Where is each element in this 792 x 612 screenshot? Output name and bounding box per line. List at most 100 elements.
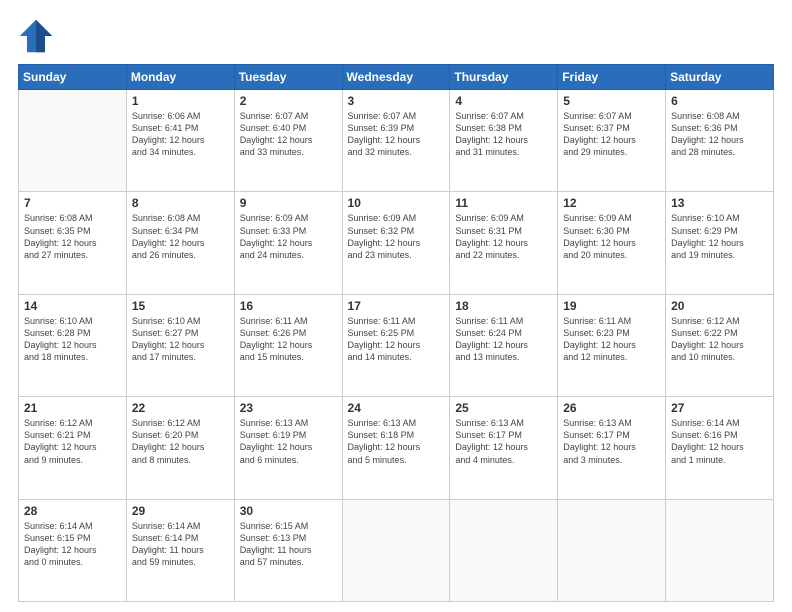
calendar-day-cell: 5 Sunrise: 6:07 AM Sunset: 6:37 PM Daylig… — [558, 90, 666, 192]
day-number: 12 — [563, 196, 660, 210]
calendar-day-cell: 7 Sunrise: 6:08 AM Sunset: 6:35 PM Daylig… — [19, 192, 127, 294]
day-info: Sunrise: 6:10 AM Sunset: 6:29 PM Dayligh… — [671, 212, 768, 261]
calendar-day-cell: 15Sunrise: 6:10 AM Sunset: 6:27 PM Dayli… — [126, 294, 234, 396]
calendar-day-cell: 11 Sunrise: 6:09 AM Sunset: 6:31 PM Dayli… — [450, 192, 558, 294]
day-number: 1 — [132, 94, 229, 108]
day-number: 21 — [24, 401, 121, 415]
day-info: Sunrise: 6:09 AM Sunset: 6:31 PM Dayligh… — [455, 212, 552, 261]
calendar-week-row-2: 7 Sunrise: 6:08 AM Sunset: 6:35 PM Daylig… — [19, 192, 774, 294]
day-number: 16 — [240, 299, 337, 313]
calendar-day-cell: 8 Sunrise: 6:08 AM Sunset: 6:34 PM Daylig… — [126, 192, 234, 294]
calendar-day-cell — [450, 499, 558, 601]
day-info: Sunrise: 6:12 AM Sunset: 6:20 PM Dayligh… — [132, 417, 229, 466]
weekday-header-wednesday: Wednesday — [342, 65, 450, 90]
day-info: Sunrise: 6:07 AM Sunset: 6:37 PM Dayligh… — [563, 110, 660, 159]
day-info: Sunrise: 6:08 AM Sunset: 6:35 PM Dayligh… — [24, 212, 121, 261]
day-number: 23 — [240, 401, 337, 415]
weekday-header-monday: Monday — [126, 65, 234, 90]
day-info: Sunrise: 6:09 AM Sunset: 6:33 PM Dayligh… — [240, 212, 337, 261]
day-info: Sunrise: 6:11 AM Sunset: 6:26 PM Dayligh… — [240, 315, 337, 364]
calendar-day-cell: 26 Sunrise: 6:13 AM Sunset: 6:17 PM Dayli… — [558, 397, 666, 499]
day-number: 20 — [671, 299, 768, 313]
day-info: Sunrise: 6:14 AM Sunset: 6:16 PM Dayligh… — [671, 417, 768, 466]
calendar-day-cell: 4Sunrise: 6:07 AM Sunset: 6:38 PM Daylig… — [450, 90, 558, 192]
calendar-day-cell: 18 Sunrise: 6:11 AM Sunset: 6:24 PM Dayli… — [450, 294, 558, 396]
page: SundayMondayTuesdayWednesdayThursdayFrid… — [0, 0, 792, 612]
day-number: 6 — [671, 94, 768, 108]
day-number: 22 — [132, 401, 229, 415]
calendar-day-cell: 12 Sunrise: 6:09 AM Sunset: 6:30 PM Dayli… — [558, 192, 666, 294]
day-number: 13 — [671, 196, 768, 210]
day-info: Sunrise: 6:08 AM Sunset: 6:36 PM Dayligh… — [671, 110, 768, 159]
day-info: Sunrise: 6:11 AM Sunset: 6:25 PM Dayligh… — [348, 315, 445, 364]
day-number: 2 — [240, 94, 337, 108]
day-info: Sunrise: 6:13 AM Sunset: 6:19 PM Dayligh… — [240, 417, 337, 466]
calendar-day-cell: 24 Sunrise: 6:13 AM Sunset: 6:18 PM Dayli… — [342, 397, 450, 499]
calendar-day-cell: 13 Sunrise: 6:10 AM Sunset: 6:29 PM Dayli… — [666, 192, 774, 294]
day-number: 27 — [671, 401, 768, 415]
day-info: Sunrise: 6:10 AM Sunset: 6:27 PM Dayligh… — [132, 315, 229, 364]
calendar-day-cell: 3 Sunrise: 6:07 AM Sunset: 6:39 PM Daylig… — [342, 90, 450, 192]
logo — [18, 18, 60, 54]
day-number: 26 — [563, 401, 660, 415]
calendar-week-row-4: 21 Sunrise: 6:12 AM Sunset: 6:21 PM Dayli… — [19, 397, 774, 499]
day-info: Sunrise: 6:09 AM Sunset: 6:32 PM Dayligh… — [348, 212, 445, 261]
calendar-header-row: SundayMondayTuesdayWednesdayThursdayFrid… — [19, 65, 774, 90]
day-number: 28 — [24, 504, 121, 518]
day-info: Sunrise: 6:14 AM Sunset: 6:15 PM Dayligh… — [24, 520, 121, 569]
calendar-day-cell: 19 Sunrise: 6:11 AM Sunset: 6:23 PM Dayli… — [558, 294, 666, 396]
weekday-header-sunday: Sunday — [19, 65, 127, 90]
day-number: 10 — [348, 196, 445, 210]
day-info: Sunrise: 6:12 AM Sunset: 6:21 PM Dayligh… — [24, 417, 121, 466]
day-info: Sunrise: 6:13 AM Sunset: 6:17 PM Dayligh… — [563, 417, 660, 466]
day-info: Sunrise: 6:10 AM Sunset: 6:28 PM Dayligh… — [24, 315, 121, 364]
day-number: 25 — [455, 401, 552, 415]
day-number: 5 — [563, 94, 660, 108]
calendar-day-cell: 1Sunrise: 6:06 AM Sunset: 6:41 PM Daylig… — [126, 90, 234, 192]
day-info: Sunrise: 6:07 AM Sunset: 6:38 PM Dayligh… — [455, 110, 552, 159]
calendar-day-cell: 23 Sunrise: 6:13 AM Sunset: 6:19 PM Dayli… — [234, 397, 342, 499]
weekday-header-saturday: Saturday — [666, 65, 774, 90]
calendar-day-cell: 16 Sunrise: 6:11 AM Sunset: 6:26 PM Dayli… — [234, 294, 342, 396]
calendar-day-cell: 2Sunrise: 6:07 AM Sunset: 6:40 PM Daylig… — [234, 90, 342, 192]
calendar-day-cell — [19, 90, 127, 192]
calendar-day-cell: 22 Sunrise: 6:12 AM Sunset: 6:20 PM Dayli… — [126, 397, 234, 499]
day-number: 3 — [348, 94, 445, 108]
calendar-week-row-1: 1Sunrise: 6:06 AM Sunset: 6:41 PM Daylig… — [19, 90, 774, 192]
day-number: 11 — [455, 196, 552, 210]
day-number: 24 — [348, 401, 445, 415]
day-info: Sunrise: 6:13 AM Sunset: 6:18 PM Dayligh… — [348, 417, 445, 466]
calendar-day-cell: 17 Sunrise: 6:11 AM Sunset: 6:25 PM Dayli… — [342, 294, 450, 396]
calendar-day-cell: 28 Sunrise: 6:14 AM Sunset: 6:15 PM Dayli… — [19, 499, 127, 601]
day-info: Sunrise: 6:13 AM Sunset: 6:17 PM Dayligh… — [455, 417, 552, 466]
calendar-day-cell: 6 Sunrise: 6:08 AM Sunset: 6:36 PM Daylig… — [666, 90, 774, 192]
weekday-header-thursday: Thursday — [450, 65, 558, 90]
day-info: Sunrise: 6:08 AM Sunset: 6:34 PM Dayligh… — [132, 212, 229, 261]
calendar-day-cell: 14 Sunrise: 6:10 AM Sunset: 6:28 PM Dayli… — [19, 294, 127, 396]
day-number: 18 — [455, 299, 552, 313]
day-info: Sunrise: 6:12 AM Sunset: 6:22 PM Dayligh… — [671, 315, 768, 364]
calendar-table: SundayMondayTuesdayWednesdayThursdayFrid… — [18, 64, 774, 602]
calendar-day-cell: 27 Sunrise: 6:14 AM Sunset: 6:16 PM Dayli… — [666, 397, 774, 499]
calendar-day-cell — [342, 499, 450, 601]
day-number: 19 — [563, 299, 660, 313]
calendar-day-cell: 9Sunrise: 6:09 AM Sunset: 6:33 PM Daylig… — [234, 192, 342, 294]
day-number: 17 — [348, 299, 445, 313]
day-info: Sunrise: 6:11 AM Sunset: 6:24 PM Dayligh… — [455, 315, 552, 364]
calendar-day-cell: 21 Sunrise: 6:12 AM Sunset: 6:21 PM Dayli… — [19, 397, 127, 499]
header — [18, 18, 774, 54]
calendar-week-row-5: 28 Sunrise: 6:14 AM Sunset: 6:15 PM Dayli… — [19, 499, 774, 601]
day-number: 29 — [132, 504, 229, 518]
weekday-header-friday: Friday — [558, 65, 666, 90]
calendar-day-cell: 20 Sunrise: 6:12 AM Sunset: 6:22 PM Dayli… — [666, 294, 774, 396]
day-info: Sunrise: 6:11 AM Sunset: 6:23 PM Dayligh… — [563, 315, 660, 364]
day-info: Sunrise: 6:07 AM Sunset: 6:39 PM Dayligh… — [348, 110, 445, 159]
calendar-day-cell: 29Sunrise: 6:14 AM Sunset: 6:14 PM Dayli… — [126, 499, 234, 601]
weekday-header-tuesday: Tuesday — [234, 65, 342, 90]
day-info: Sunrise: 6:09 AM Sunset: 6:30 PM Dayligh… — [563, 212, 660, 261]
calendar-day-cell: 10 Sunrise: 6:09 AM Sunset: 6:32 PM Dayli… — [342, 192, 450, 294]
day-number: 7 — [24, 196, 121, 210]
day-number: 8 — [132, 196, 229, 210]
day-number: 14 — [24, 299, 121, 313]
calendar-day-cell: 30Sunrise: 6:15 AM Sunset: 6:13 PM Dayli… — [234, 499, 342, 601]
